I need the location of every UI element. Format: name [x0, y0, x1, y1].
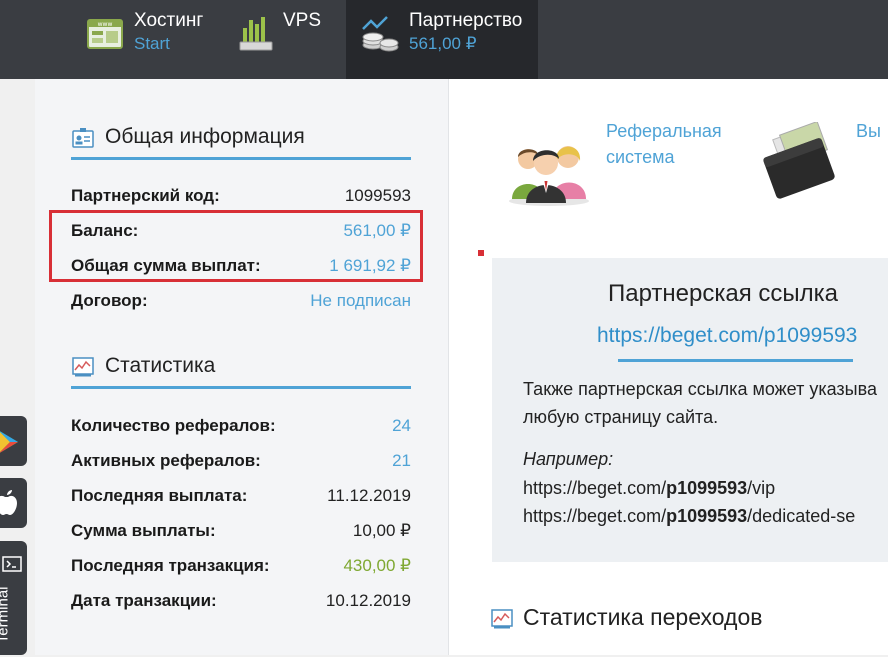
contract-row: Договор: Не подписан	[71, 287, 411, 317]
nav-partnership-balance: 561,00 ₽	[409, 34, 477, 53]
nav-partnership-title: Партнерство	[409, 10, 523, 31]
nav-hosting[interactable]: www Хостинг Start	[80, 0, 210, 79]
transaction-date-value: 10.12.2019	[325, 591, 411, 610]
terminal-icon	[2, 556, 22, 572]
svg-text:www: www	[98, 21, 113, 28]
nav-vps[interactable]: VPS	[230, 0, 340, 79]
partner-link-card: Партнерская ссылка https://beget.com/p10…	[492, 258, 888, 562]
id-card-icon	[72, 128, 94, 148]
stats-row: Активных рефералов: 21	[71, 447, 411, 477]
statistics-chart-icon	[72, 357, 94, 377]
vps-server-icon	[239, 17, 273, 51]
partner-link-underline	[618, 359, 853, 362]
partner-link-url[interactable]: https://beget.com/p1099593	[597, 324, 857, 348]
balance-highlight-box	[49, 210, 423, 282]
general-info-header: Общая информация	[71, 123, 411, 160]
nav-vps-title: VPS	[283, 10, 322, 31]
nav-partnership[interactable]: Партнерство 561,00 ₽	[346, 0, 538, 79]
payout-amount-value: 10,00 ₽	[352, 521, 411, 540]
app-store-button[interactable]	[0, 478, 27, 528]
stats-row: Последняя транзакция: 430,00 ₽	[71, 552, 411, 582]
last-transaction-value: 430,00 ₽	[343, 556, 411, 575]
referral-count-value[interactable]: 24	[392, 416, 411, 436]
transaction-date-label: Дата транзакции:	[71, 591, 217, 610]
hosting-icon: www	[87, 19, 123, 49]
partnership-coins-icon	[362, 16, 399, 52]
example-url-1: https://beget.com/p1099593/vip	[523, 478, 776, 498]
payout-amount-label: Сумма выплаты:	[71, 521, 216, 540]
contract-label: Договор:	[71, 291, 148, 310]
top-navigation-bar: www Хостинг Start VPS Партнерство 561,00…	[0, 0, 888, 79]
partner-link-description-line2: любую страницу сайта.	[523, 407, 719, 427]
terminal-label: Terminal	[0, 586, 12, 644]
referral-people-icon[interactable]	[506, 131, 592, 207]
partner-code-label: Партнерский код:	[71, 186, 220, 205]
example-url-2: https://beget.com/p1099593/dedicated-se	[523, 506, 856, 526]
referral-system-link[interactable]: Реферальная	[606, 118, 722, 144]
general-info-title: Общая информация	[105, 125, 305, 148]
statistics-header: Статистика	[71, 352, 411, 389]
apple-icon	[0, 490, 17, 515]
partner-code-value: 1099593	[344, 186, 411, 205]
referral-count-label: Количество рефералов:	[71, 416, 276, 435]
last-payout-label: Последняя выплата:	[71, 486, 248, 505]
indicator-dot	[478, 250, 484, 256]
stats-row: Последняя выплата: 11.12.2019	[71, 482, 411, 512]
payouts-link[interactable]: Вы	[856, 118, 881, 144]
last-transaction-label: Последняя транзакция:	[71, 556, 270, 575]
partner-info-panel: Общая информация Партнерский код: 109959…	[35, 79, 449, 655]
google-play-button[interactable]	[0, 416, 27, 466]
google-play-icon	[0, 431, 18, 453]
stats-row: Дата транзакции: 10.12.2019	[71, 587, 411, 617]
partner-link-description: Также партнерская ссылка может указыва	[523, 379, 877, 399]
contract-status-link[interactable]: Не подписан	[310, 291, 411, 311]
partner-code-row: Партнерский код: 1099593	[71, 182, 411, 212]
nav-hosting-plan: Start	[134, 34, 170, 53]
terminal-button[interactable]: Terminal	[0, 541, 27, 655]
statistics-title: Статистика	[105, 354, 216, 377]
active-referrals-value[interactable]: 21	[392, 451, 411, 471]
wallet-icon[interactable]	[757, 122, 843, 208]
example-label: Например:	[523, 449, 614, 469]
transitions-stats-title: Статистика переходов	[523, 604, 763, 630]
stats-row: Сумма выплаты: 10,00 ₽	[71, 517, 411, 547]
partner-link-title: Партнерская ссылка	[608, 280, 839, 307]
last-payout-value: 11.12.2019	[327, 486, 411, 505]
stats-row: Количество рефералов: 24	[71, 412, 411, 442]
referral-system-link-line2[interactable]: система	[606, 144, 675, 170]
nav-hosting-title: Хостинг	[134, 10, 204, 31]
transitions-chart-icon	[491, 609, 513, 629]
active-referrals-label: Активных рефералов:	[71, 451, 261, 470]
